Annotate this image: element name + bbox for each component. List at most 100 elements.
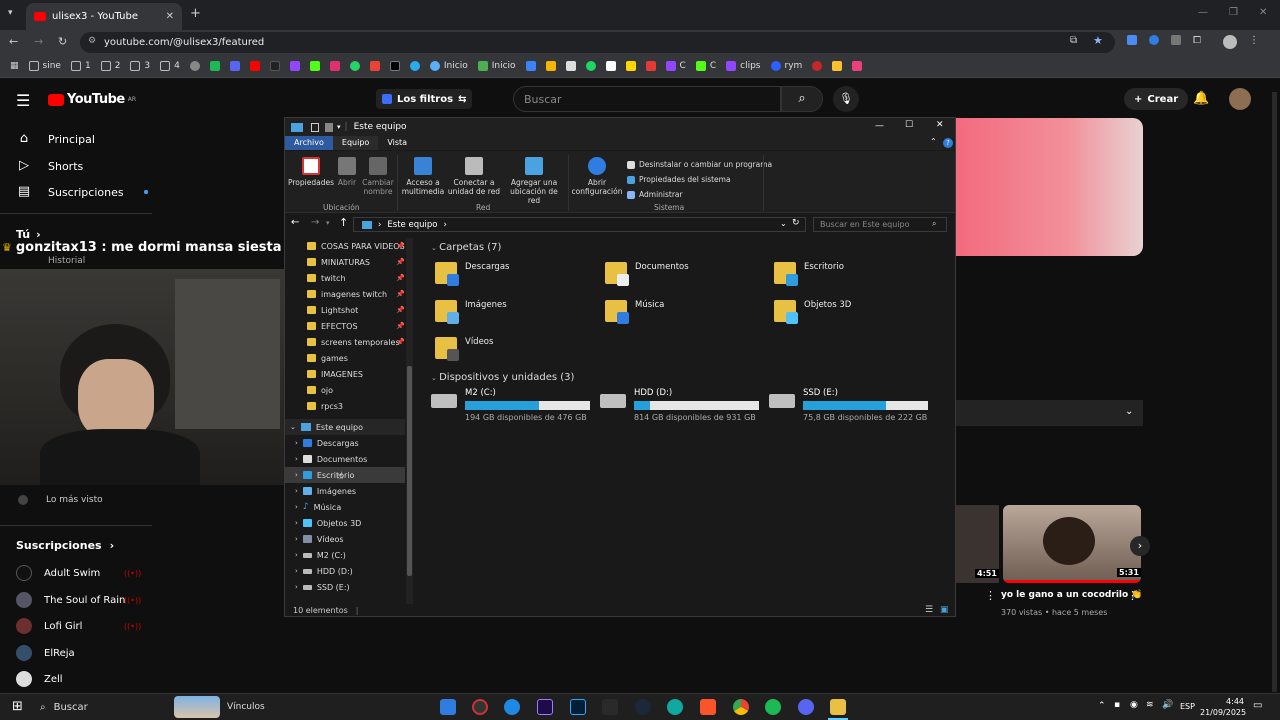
subscription-item[interactable]: Adult Swim ((•)) [16, 565, 141, 581]
video-more-icon[interactable]: ⋮ [1127, 589, 1138, 602]
filters-button[interactable]: Los filtros ⇆ [376, 89, 473, 109]
open-settings-button[interactable]: Abrir configuración [571, 157, 623, 196]
taskbar-file-explorer-icon[interactable] [830, 699, 846, 715]
extensions-puzzle-icon[interactable]: ⧠ [1193, 35, 1201, 49]
tree-item[interactable]: IMAGENES [285, 366, 405, 382]
tree-item[interactable]: games [285, 350, 405, 366]
video-thumbnail[interactable]: 4:51 [955, 505, 999, 583]
address-path[interactable]: › Este equipo › ⌄ ↻ [353, 217, 806, 232]
sidebar-item-most-viewed[interactable]: Lo más visto [18, 495, 103, 505]
minimize-icon[interactable]: — [1198, 7, 1208, 18]
bookmark-telegram-icon[interactable] [409, 61, 420, 71]
tab-list-icon[interactable]: ▾ [8, 8, 13, 18]
tree-item-escritorio[interactable]: › Escritorio [285, 467, 405, 483]
bookmark-rym[interactable]: rym [770, 61, 802, 71]
tree-item[interactable]: imagenes twitch 📌 [285, 286, 405, 302]
mic-icon[interactable]: 🎙 [833, 86, 859, 112]
bookmark-globe-icon[interactable] [189, 61, 200, 71]
notifications-icon[interactable]: ▭ [1253, 700, 1262, 711]
close-window-icon[interactable]: ✕ [1259, 7, 1267, 18]
site-info-icon[interactable]: ⚙ [88, 36, 96, 46]
install-app-icon[interactable]: ⧉ [1070, 35, 1077, 46]
url-field[interactable]: ⚙ youtube.com/@ulisex3/featured ⧉ ★ [80, 32, 1115, 53]
folder-item-musica[interactable]: Música [605, 300, 664, 324]
properties-button[interactable]: Propiedades [288, 157, 334, 187]
maximize-icon[interactable]: ☐ [905, 120, 913, 130]
taskbar-spotify-icon[interactable] [765, 699, 781, 715]
system-properties-button[interactable]: Propiedades del sistema [627, 172, 772, 187]
taskbar-search[interactable]: ⌕ Buscar [34, 696, 224, 718]
sidebar-item-history[interactable]: Historial [48, 256, 85, 266]
tree-scrollbar[interactable] [406, 238, 413, 604]
bookmark-c[interactable]: C [665, 61, 686, 71]
bookmark-clips[interactable]: clips [726, 61, 761, 71]
tree-item[interactable]: screens temporales 📌 [285, 334, 405, 350]
clock[interactable]: 4:44 21/09/2025 [1200, 696, 1246, 718]
sidebar-item-shorts[interactable]: ▷ Shorts [16, 158, 83, 174]
bookmark-inicio[interactable]: Inicio [429, 61, 468, 71]
bookmark-folder[interactable]: 1 [70, 61, 91, 71]
tab-vista[interactable]: Vista [378, 136, 416, 150]
tree-item[interactable]: rpcs3 [285, 398, 405, 414]
folder-item-objetos-3d[interactable]: Objetos 3D [774, 300, 851, 324]
chevron-down-icon[interactable]: ⌄ [1125, 406, 1133, 417]
taskbar-epic-games-icon[interactable] [602, 699, 618, 715]
tree-item[interactable]: › HDD (D:) [285, 563, 405, 579]
bookmark-instagram-icon[interactable] [329, 61, 340, 71]
reload-icon[interactable]: ↻ [58, 35, 67, 48]
bookmark-folder[interactable]: sine [28, 61, 61, 71]
drive-item-e[interactable]: SSD (E:) 75,8 GB disponibles de 222 GB [769, 388, 928, 422]
subscription-item[interactable]: Zell [16, 671, 63, 687]
taskbar-explorer-pinned-icon[interactable] [440, 699, 456, 715]
bookmark-gmail-icon[interactable] [369, 61, 380, 71]
language-indicator[interactable]: ESP [1180, 702, 1195, 711]
media-access-button[interactable]: Acceso a multimedia [399, 157, 447, 196]
subscriptions-section-link[interactable]: Suscripciones › [16, 539, 114, 552]
drives-section-header[interactable]: ⌄ Dispositivos y unidades (3) [431, 372, 574, 383]
sidebar-item-principal[interactable]: ⌂ Principal [16, 131, 95, 147]
forward-icon[interactable]: → [34, 35, 43, 48]
apps-grid-icon[interactable]: ▦ [10, 61, 19, 71]
tree-item[interactable]: twitch 📌 [285, 270, 405, 286]
tray-app-icon[interactable]: ▪ [1114, 700, 1120, 710]
chevron-right-icon[interactable]: › [1130, 536, 1150, 556]
bookmark-folder[interactable]: 2 [100, 61, 120, 71]
bookmark-c[interactable]: C [695, 61, 716, 71]
recent-locations-icon[interactable]: ▾ [326, 219, 330, 227]
bookmark-kick-icon[interactable] [309, 61, 320, 71]
bookmark-x-icon[interactable] [389, 61, 400, 71]
bookmark-folder[interactable]: 4 [160, 61, 180, 71]
notifications-bell-icon[interactable]: 🔔 [1193, 91, 1209, 106]
browser-tab[interactable]: ulisex3 - YouTube ✕ [26, 3, 182, 30]
folder-item-escritorio[interactable]: Escritorio [774, 262, 844, 286]
tree-item[interactable]: › Documentos [285, 451, 405, 467]
create-button[interactable]: + Crear [1124, 88, 1189, 110]
bookmark-icon[interactable] [625, 61, 636, 71]
video-more-icon[interactable]: ⋮ [985, 589, 996, 602]
bookmark-icon[interactable] [545, 61, 556, 71]
tree-item[interactable]: Lightshot 📌 [285, 302, 405, 318]
tree-item[interactable]: MINIATURAS 📌 [285, 254, 405, 270]
tree-item[interactable]: COSAS PARA VIDEOS 📌 [285, 238, 405, 254]
taskbar-obs-icon[interactable] [472, 699, 488, 715]
forward-icon[interactable]: → [311, 217, 319, 228]
new-folder-quick-icon[interactable] [325, 122, 333, 132]
bookmark-folder[interactable]: 3 [130, 61, 150, 71]
bookmark-icon[interactable] [525, 61, 536, 71]
bookmark-icon[interactable] [229, 61, 240, 71]
back-icon[interactable]: ← [9, 35, 18, 48]
drive-item-d[interactable]: HDD (D:) 814 GB disponibles de 931 GB [600, 388, 759, 422]
video-thumbnail[interactable]: 5:31 [1003, 505, 1141, 583]
back-icon[interactable]: ← [291, 217, 299, 228]
browser-menu-icon[interactable]: ⋮ [1249, 35, 1259, 49]
tree-item[interactable]: › Vídeos [285, 531, 405, 547]
tab-equipo[interactable]: Equipo [332, 136, 379, 150]
tree-item[interactable]: › SSD (E:) [285, 579, 405, 595]
youtube-search-input[interactable]: Buscar [513, 86, 781, 112]
taskbar-brave-icon[interactable] [700, 699, 716, 715]
tray-app-icon[interactable]: ◉ [1130, 700, 1138, 710]
path-dropdown-icon[interactable]: ⌄ [780, 219, 787, 228]
close-tab-icon[interactable]: ✕ [166, 11, 174, 22]
bookmark-youtube-icon[interactable] [249, 61, 260, 71]
youtube-logo[interactable]: YouTube AR [48, 92, 136, 107]
